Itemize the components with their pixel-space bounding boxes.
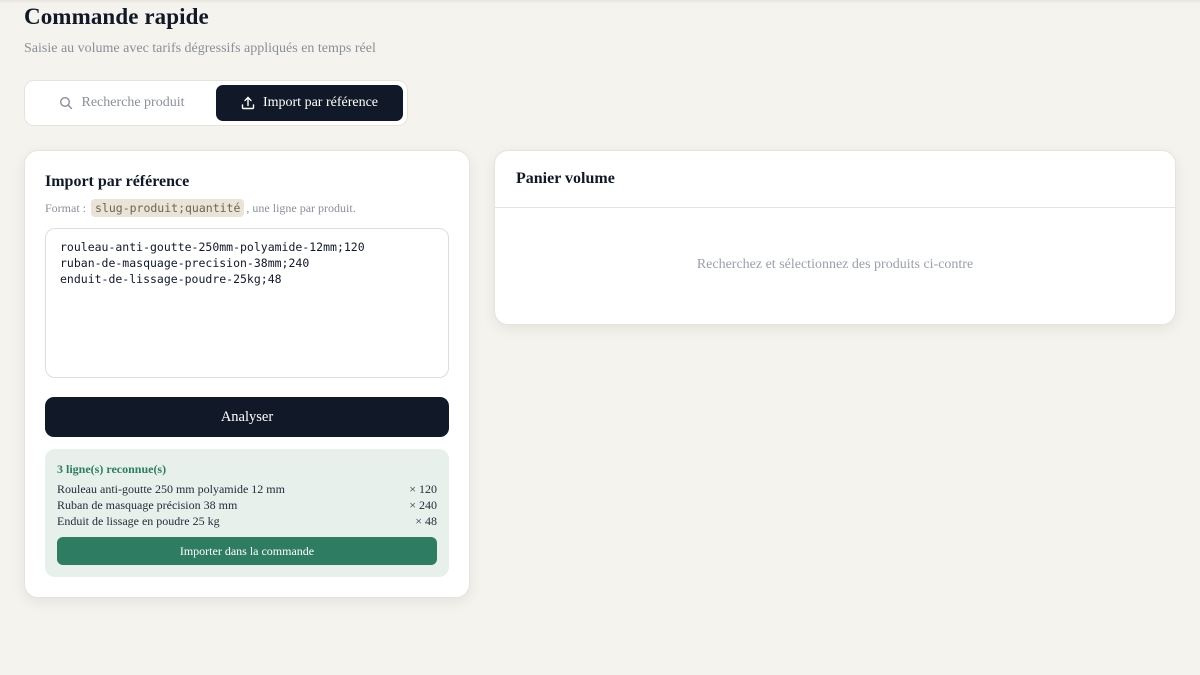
item-name: Rouleau anti-goutte 250 mm polyamide 12 … [57,482,285,496]
list-item: Ruban de masquage précision 38 mm × 240 [57,497,437,513]
recognized-lines-box: 3 ligne(s) reconnue(s) Rouleau anti-gout… [45,449,449,577]
divider [495,207,1175,208]
volume-cart-panel: Panier volume Recherchez et sélectionnez… [494,150,1176,325]
tab-product-search-label: Recherche produit [81,95,185,110]
page-subtitle: Saisie au volume avec tarifs dégressifs … [24,41,376,56]
recognized-lines-title: 3 ligne(s) reconnue(s) [57,462,167,476]
item-quantity: × 120 [409,482,437,496]
tab-import-reference[interactable]: Import par référence [216,85,403,121]
import-to-order-button[interactable]: Importer dans la commande [57,537,437,565]
import-panel-title: Import par référence [45,173,190,190]
list-item: Rouleau anti-goutte 250 mm polyamide 12 … [57,481,437,497]
tab-import-reference-label: Import par référence [262,95,379,110]
format-hint: Format : slug-produit;quantité, une lign… [45,199,356,217]
import-panel: Import par référence Format : slug-produ… [24,150,470,598]
list-item: Enduit de lissage en poudre 25 kg × 48 [57,513,437,529]
cart-empty-message: Recherchez et sélectionnez des produits … [696,257,974,272]
format-code: slug-produit;quantité [91,199,245,217]
page-title: Commande rapide [24,4,209,29]
search-icon [59,96,73,110]
page-header: Commande rapide Saisie au volume avec ta… [24,3,376,58]
reference-input[interactable] [45,228,449,378]
analyze-button[interactable]: Analyser [45,397,449,437]
tab-product-search[interactable]: Recherche produit [29,85,215,121]
item-name: Ruban de masquage précision 38 mm [57,498,238,512]
item-name: Enduit de lissage en poudre 25 kg [57,514,220,528]
item-quantity: × 48 [415,514,437,528]
mode-switch: Recherche produit Import par référence [24,80,408,126]
cart-title: Panier volume [516,170,615,187]
recognized-lines-list: Rouleau anti-goutte 250 mm polyamide 12 … [57,481,437,529]
format-hint-suffix: , une ligne par produit. [246,200,356,215]
item-quantity: × 240 [409,498,437,512]
upload-icon [241,96,255,110]
format-hint-prefix: Format : [45,200,86,215]
